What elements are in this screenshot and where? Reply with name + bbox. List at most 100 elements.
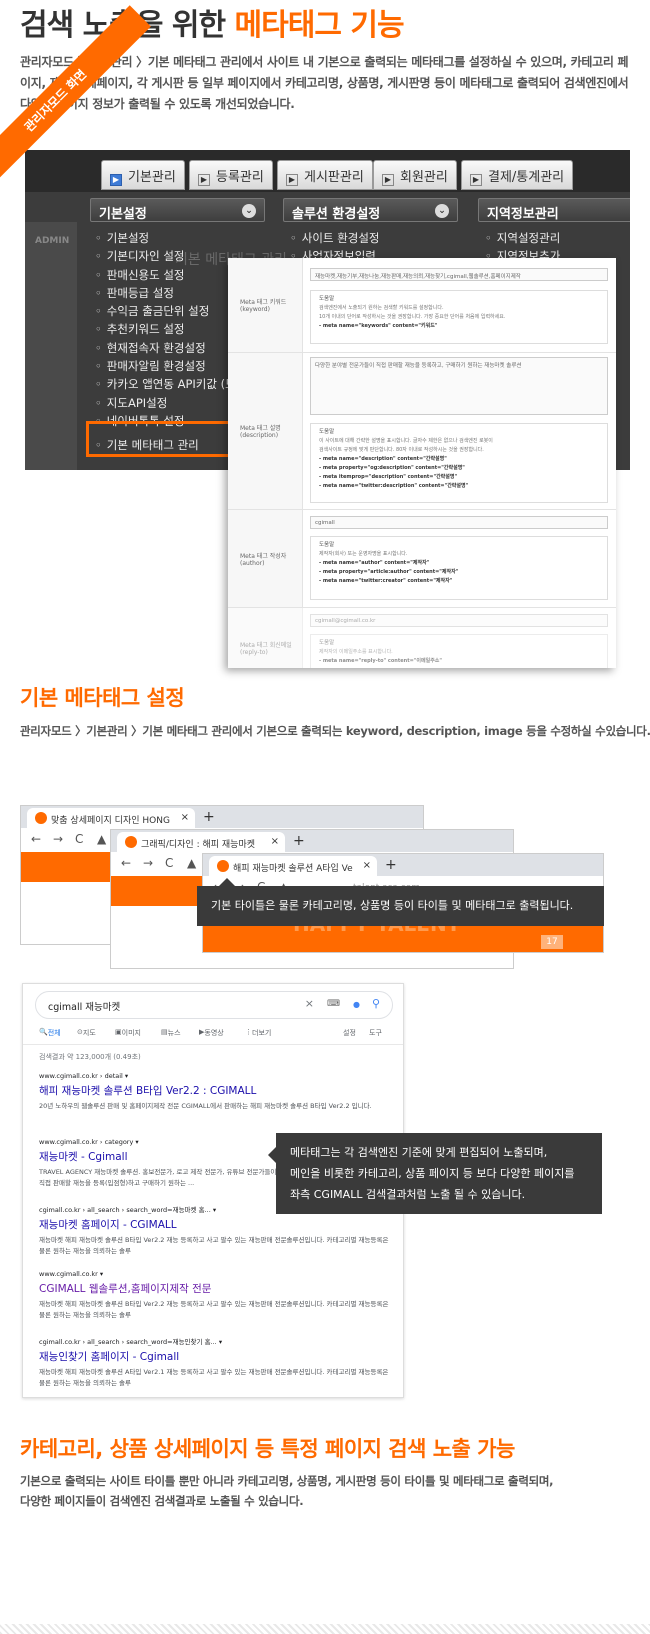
tab-label: 기본관리 [128,170,176,185]
warning-icon: ▲ [97,832,107,846]
description-textarea[interactable]: 다양한 분야별 전문가들이 직접 판매할 재능을 등록하고, 구매하기 원하는 … [310,357,608,415]
tab-members[interactable]: ▶ 회원관리 [373,160,457,190]
help-box: 도움말 이 사이트에 대해 간략한 설명을 표시합니다. 글자수 제한은 없으나… [310,423,608,503]
help-box: 도움말 제작자의 이메일주소를 표시합니다. - meta name="repl… [310,634,608,668]
tab-video[interactable]: ▶ 동영상 [199,1028,224,1037]
code-line: - meta name="author" content="제작자" [319,560,430,566]
forward-icon[interactable]: → [143,856,153,870]
new-tab-icon[interactable]: + [293,833,305,849]
search-result[interactable]: cgimall.co.kr › all_search › search_word… [39,1336,389,1389]
tab-arrow-icon: ▶ [198,174,210,186]
help-line: 10개 이내의 단어로 작성하시는 것을 권장합니다. 가장 중요한 단어를 처… [319,314,506,320]
submenu-region-info[interactable]: 지역정보관리 [478,198,630,222]
code-line: - meta property="article:author" content… [319,569,459,575]
tab-arrow-icon: ▶ [110,174,122,186]
submenu-basic-settings[interactable]: 기본설정 ⌄ [90,198,265,222]
tab-images[interactable]: ▣ 이미지 [115,1028,141,1037]
tab-map[interactable]: ⊙ 지도 [77,1028,96,1037]
back-icon[interactable]: ← [121,856,131,870]
result-title[interactable]: 재능마켓 홈페이지 - CGIMALL [39,1217,389,1232]
close-icon[interactable]: × [363,860,371,871]
warning-icon: ▲ [187,856,197,870]
keyboard-icon[interactable]: ⌨ [327,999,340,1009]
highlight-frame [86,421,235,457]
menu-item[interactable]: 지역설정관리 [485,229,560,247]
divider [23,1044,403,1045]
menu-item[interactable]: 판매등급 설정 [95,284,246,302]
help-line: 검색사이트 규정에 맞게 판단합니다. 80자 이내로 작성하시는 것을 권장합… [319,447,484,453]
search-input[interactable]: cgimall 재능마켓 × ⌨ ● ⚲ [35,991,393,1019]
browser-tab[interactable]: 그래픽/디자인 : 해피 재능마켓 × [117,832,285,852]
mic-icon[interactable]: ● [353,1000,360,1009]
title-highlight: 메타태그 기능 [234,8,405,43]
result-title[interactable]: 재능인찾기 홈페이지 - Cgimall [39,1349,389,1364]
banner-badge: 17 [541,935,563,949]
tooltip-search-exposure: 메타태그는 각 검색엔진 기준에 맞게 편집되어 노출되며, 메인을 비롯한 카… [268,1133,602,1214]
admin-side-label: ADMIN [35,236,70,246]
section-title-page-exposure: 카테고리, 상품 상세페이지 등 특정 페이지 검색 노출 가능 [20,1437,515,1461]
form-label: Meta 태그 회신메일 (reply-to) [228,608,303,668]
section-text-line: 기본으로 출력되는 사이트 타이틀 뿐만 아니라 카테고리명, 상품명, 게시판… [20,1474,554,1488]
result-url: www.cgimall.co.kr › detail ▾ [39,1072,129,1080]
tab-settings[interactable]: 설정 [343,1028,356,1038]
reload-icon[interactable]: C [75,832,83,846]
menu-item[interactable]: 지도API설정 [95,394,246,412]
help-title: 도움말 [319,296,335,302]
form-row-description: Meta 태그 설명 (description) 다양한 분야별 전문가들이 직… [228,353,616,510]
result-desc: 재능마켓 해피 재능마켓 솔루션 B타입 Ver2.2 재능 등록하고 사고 팔… [39,1300,389,1319]
search-result[interactable]: www.cgimall.co.kr › detail ▾ 해피 재능마켓 솔루션… [39,1072,389,1112]
submenu-solution-env[interactable]: 솔루션 환경설정 ⌄ [283,198,458,222]
tab-news[interactable]: ▤ 뉴스 [161,1028,181,1037]
result-desc: 재능마켓 해피 재능마켓 솔루션 A타입 Ver2.1 재능 등록하고 사고 팔… [39,1368,389,1387]
menu-item[interactable]: 판매자알림 환경설정 [95,357,246,375]
page-title: 검색 노출을 위한 메타태그 기능 [20,0,405,44]
forward-icon[interactable]: → [53,832,63,846]
form-row-keyword: Meta 태그 키워드 (keyword) 재능마켓,재능기부,재능나눔,재능판… [228,258,616,353]
reload-icon[interactable]: C [165,856,173,870]
tab-all[interactable]: 🔍 전체 [39,1028,61,1037]
help-line: 이 사이트에 대해 간략한 설명을 표시합니다. 글자수 제한은 없으나 검색엔… [319,438,493,444]
tab-tools[interactable]: 도구 [369,1028,382,1038]
new-tab-icon[interactable]: + [385,857,397,873]
result-title[interactable]: 해피 재능마켓 솔루션 B타입 Ver2.2 : CGIMALL [39,1083,389,1098]
search-query: cgimall 재능마켓 [48,1002,121,1013]
tab-more[interactable]: ⋮ 더보기 [245,1028,271,1037]
search-result[interactable]: www.cgimall.co.kr ▾ CGIMALL 웹솔루션,홈페이지제작 … [39,1270,389,1321]
result-title[interactable]: CGIMALL 웹솔루션,홈페이지제작 전문 [39,1281,389,1296]
clear-icon[interactable]: × [305,997,314,1010]
search-icon[interactable]: ⚲ [372,997,380,1010]
close-icon[interactable]: × [271,836,279,847]
admin-sidebar: ADMIN [25,222,77,470]
reply-to-input[interactable]: cgimall@cgimall.co.kr [310,614,608,627]
tab-arrow-icon: ▶ [470,174,482,186]
code-line: - meta name="description" content="간략설명" [319,456,447,462]
browser-tab[interactable]: 해피 재능마켓 솔루션 A타입 Ve × [209,856,377,876]
tab-arrow-icon: ▶ [286,174,298,186]
browser-tab[interactable]: 맞춤 상세페이지 디자인 HONG × [27,808,195,828]
back-icon[interactable]: ← [31,832,41,846]
result-desc: TRAVEL AGENCY 재능마켓 솔루션. 홍보전문가, 로고 제작 전문가… [39,1168,277,1187]
tab-board[interactable]: ▶ 게시판관리 [277,160,373,190]
tab-basic-admin[interactable]: ▶ 기본관리 [101,160,185,190]
menu-item[interactable]: 추천키워드 설정 [95,320,246,338]
result-desc: 재능마켓 해피 재능마켓 솔루션 B타입 Ver2.2 재능 등록하고 사고 팔… [39,1236,389,1255]
new-tab-icon[interactable]: + [203,809,215,825]
form-row-reply-to: Meta 태그 회신메일 (reply-to) cgimall@cgimall.… [228,608,616,668]
keyword-input[interactable]: 재능마켓,재능기부,재능나눔,재능판매,재능의뢰,재능찾기,cgimall,웹솔… [310,268,608,281]
menu-item[interactable]: 사이트 환경설정 [290,229,380,247]
menu-item[interactable]: 현재접속자 환경설정 [95,339,246,357]
tab-label: 결제/통계관리 [488,170,565,185]
author-input[interactable]: cgimall [310,516,608,529]
code-line: - meta itemprop="description" content="간… [319,474,458,480]
menu-item[interactable]: 수익금 출금단위 설정 [95,302,246,320]
result-count: 검색결과 약 123,000개 (0.49초) [39,1053,141,1061]
tab-registration[interactable]: ▶ 등록관리 [189,160,273,190]
close-icon[interactable]: × [181,812,189,823]
result-url: cgimall.co.kr › all_search › search_word… [39,1338,223,1346]
chevron-down-icon: ⌄ [435,204,449,218]
tab-payment-stats[interactable]: ▶ 결제/통계관리 [461,160,574,190]
menu-item[interactable]: 기본설정 [95,229,246,247]
menu-item[interactable]: 카카오 앱연동 API키값 (모바 [95,375,246,393]
help-title: 도움말 [319,429,335,435]
meta-tag-form: Meta 태그 키워드 (keyword) 재능마켓,재능기부,재능나눔,재능판… [228,258,616,668]
